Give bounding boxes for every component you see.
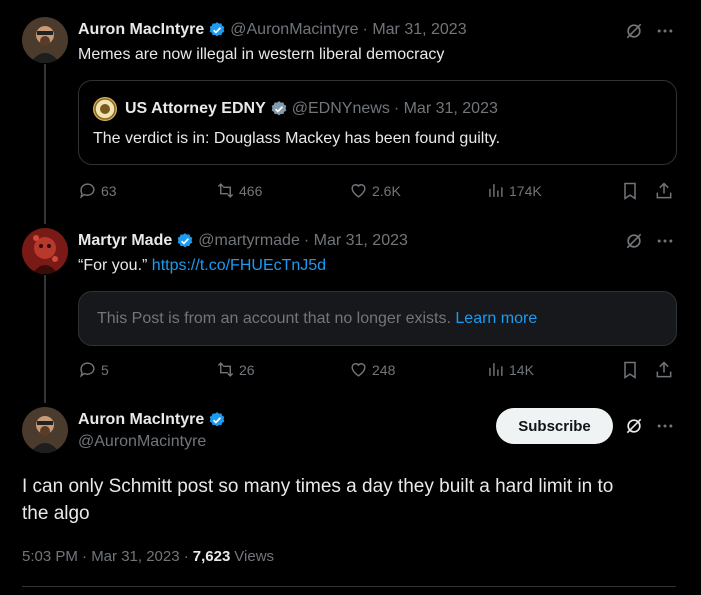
- reply-icon: [79, 362, 95, 378]
- verified-badge-icon: [209, 412, 225, 427]
- grok-icon[interactable]: [624, 231, 644, 251]
- avatar[interactable]: [22, 407, 68, 453]
- analytics-icon: [489, 363, 503, 376]
- tweet-text: “For you.” https://t.co/FHUEcTnJ5d: [78, 257, 326, 275]
- reply-button[interactable]: 5: [78, 360, 109, 379]
- learn-more-link[interactable]: Learn more: [455, 310, 537, 327]
- views-count: 7,623: [192, 547, 231, 565]
- author-name[interactable]: Auron MacIntyre: [78, 411, 204, 429]
- author-handle[interactable]: @AuronMacintyre: [230, 21, 358, 39]
- subscribe-button[interactable]: Subscribe: [496, 408, 613, 444]
- heart-icon: [351, 363, 366, 377]
- like-button[interactable]: 2.6K: [349, 181, 401, 200]
- views-button[interactable]: 14K: [486, 360, 534, 379]
- more-icon[interactable]: [655, 231, 675, 251]
- notice-text: This Post is from an account that no lon…: [97, 310, 451, 327]
- repost-icon: [217, 183, 234, 198]
- reply-button[interactable]: 63: [78, 181, 117, 200]
- thread-line: [44, 275, 46, 403]
- main-author-name-row: Auron MacIntyre: [78, 409, 230, 431]
- verified-badge-icon: [177, 233, 193, 248]
- repost-count: 466: [239, 182, 263, 199]
- heart-icon: [351, 184, 366, 198]
- share-icon[interactable]: [654, 360, 674, 380]
- repost-button[interactable]: 466: [216, 181, 262, 200]
- author-handle[interactable]: @martyrmade: [198, 232, 300, 250]
- divider: [22, 586, 676, 587]
- quote-text: The verdict is in: Douglass Mackey has b…: [93, 130, 501, 147]
- tweet-header: Auron MacIntyre @AuronMacintyre · Mar 31…: [78, 19, 467, 41]
- reply-count: 63: [101, 182, 117, 199]
- bookmark-icon[interactable]: [620, 181, 640, 201]
- repost-count: 26: [239, 361, 255, 378]
- main-tweet-text-line: I can only Schmitt post so many times a …: [22, 476, 614, 497]
- reply-count: 5: [101, 361, 109, 378]
- grok-icon[interactable]: [624, 21, 644, 41]
- more-icon[interactable]: [655, 416, 675, 436]
- like-button[interactable]: 248: [349, 360, 395, 379]
- verified-badge-icon: [209, 22, 225, 37]
- avatar[interactable]: [22, 228, 68, 274]
- quote-author-name: US Attorney EDNY: [125, 100, 266, 117]
- main-tweet-text-line: the algo: [22, 503, 90, 524]
- quoted-tweet[interactable]: US Attorney EDNY @EDNYnews · Mar 31, 202…: [78, 80, 677, 165]
- quote-header: US Attorney EDNY @EDNYnews · Mar 31, 202…: [125, 98, 498, 120]
- tweet-timestamp[interactable]: 5:03 PM · Mar 31, 2023 ·: [22, 548, 189, 565]
- views-button[interactable]: 174K: [486, 181, 542, 200]
- author-handle[interactable]: @AuronMacintyre: [78, 433, 206, 451]
- author-name[interactable]: Martyr Made: [78, 232, 172, 250]
- quote-avatar: [93, 97, 117, 121]
- verified-badge-icon: [271, 101, 287, 116]
- tweet-text: Memes are now illegal in western liberal…: [78, 46, 445, 63]
- reply-icon: [79, 183, 95, 199]
- author-name[interactable]: Auron MacIntyre: [78, 21, 204, 39]
- avatar[interactable]: [22, 17, 68, 63]
- like-count: 2.6K: [372, 182, 401, 199]
- more-icon[interactable]: [655, 21, 675, 41]
- views-label: Views: [234, 547, 275, 565]
- tweet-link[interactable]: https://t.co/FHUEcTnJ5d: [152, 257, 326, 274]
- tweet-text-body: “For you.”: [78, 257, 148, 274]
- repost-icon: [217, 362, 234, 377]
- main-tweet-text: I can only Schmitt post so many times a …: [22, 473, 613, 527]
- tweet-header: Martyr Made @martyrmade · Mar 31, 2023: [78, 230, 408, 252]
- tweet-date[interactable]: · Mar 31, 2023: [363, 21, 467, 39]
- thread-line: [44, 64, 46, 224]
- quote-author-handle: @EDNYnews: [291, 100, 390, 117]
- grok-icon[interactable]: [624, 416, 644, 436]
- view-count: 174K: [509, 182, 542, 199]
- bookmark-icon[interactable]: [620, 360, 640, 380]
- share-icon[interactable]: [654, 181, 674, 201]
- tweet-meta: 5:03 PM · Mar 31, 2023 · 7,623 Views: [22, 545, 274, 567]
- like-count: 248: [372, 361, 396, 378]
- analytics-icon: [489, 184, 503, 197]
- quote-date: · Mar 31, 2023: [393, 100, 498, 117]
- repost-button[interactable]: 26: [216, 360, 255, 379]
- unavailable-post-notice: This Post is from an account that no lon…: [78, 291, 677, 346]
- tweet-date[interactable]: · Mar 31, 2023: [304, 232, 408, 250]
- view-count: 14K: [509, 361, 534, 378]
